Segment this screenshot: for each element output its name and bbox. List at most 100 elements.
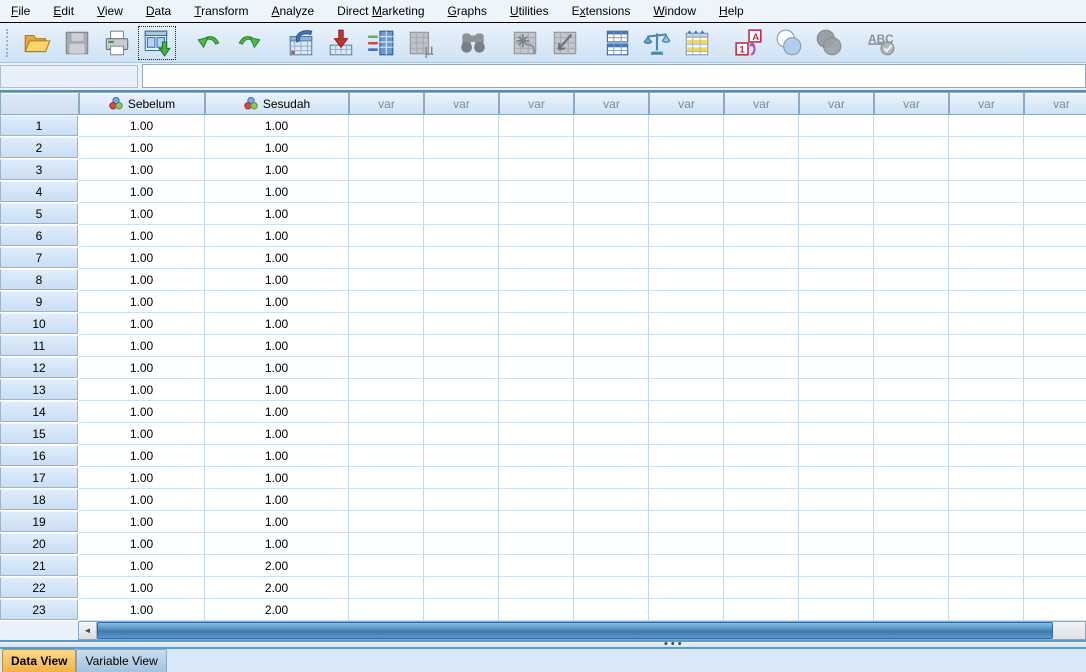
data-cell[interactable] xyxy=(1024,599,1086,621)
pane-splitter[interactable]: ••• xyxy=(0,638,1086,650)
data-cell[interactable]: 1.00 xyxy=(205,313,349,335)
data-cell[interactable] xyxy=(724,159,799,181)
data-cell[interactable] xyxy=(574,401,649,423)
data-cell[interactable] xyxy=(1024,335,1086,357)
data-cell[interactable] xyxy=(799,335,874,357)
data-cell[interactable]: 1.00 xyxy=(79,467,205,489)
data-cell[interactable]: 1.00 xyxy=(79,159,205,181)
data-cell[interactable] xyxy=(499,445,574,467)
data-cell[interactable] xyxy=(499,313,574,335)
data-cell[interactable] xyxy=(949,599,1024,621)
row-header-4[interactable]: 4 xyxy=(0,181,78,202)
use-variable-sets-button[interactable] xyxy=(769,25,809,61)
data-cell[interactable]: 1.00 xyxy=(205,181,349,203)
data-cell[interactable] xyxy=(424,533,499,555)
row-header-23[interactable]: 23 xyxy=(0,599,78,620)
data-cell[interactable] xyxy=(1024,225,1086,247)
data-cell[interactable] xyxy=(1024,401,1086,423)
data-cell[interactable]: 1.00 xyxy=(79,313,205,335)
data-cell[interactable] xyxy=(649,533,724,555)
column-header-var[interactable]: var xyxy=(949,92,1024,115)
data-cell[interactable] xyxy=(499,555,574,577)
data-cell[interactable] xyxy=(799,115,874,137)
data-cell[interactable] xyxy=(649,401,724,423)
data-cell[interactable] xyxy=(424,577,499,599)
data-cell[interactable]: 1.00 xyxy=(205,291,349,313)
data-cell[interactable] xyxy=(724,203,799,225)
data-cell[interactable] xyxy=(799,599,874,621)
cell-reference-box[interactable] xyxy=(0,65,138,88)
data-cell[interactable]: 1.00 xyxy=(79,511,205,533)
column-header-var[interactable]: var xyxy=(649,92,724,115)
data-cell[interactable] xyxy=(574,313,649,335)
data-cell[interactable]: 2.00 xyxy=(205,577,349,599)
data-cell[interactable] xyxy=(574,577,649,599)
data-cell[interactable] xyxy=(799,291,874,313)
data-cell[interactable] xyxy=(874,599,949,621)
data-cell[interactable] xyxy=(1024,181,1086,203)
spell-check-button[interactable]: ABC xyxy=(861,25,901,61)
data-cell[interactable] xyxy=(499,357,574,379)
data-cell[interactable] xyxy=(424,313,499,335)
data-cell[interactable] xyxy=(724,357,799,379)
data-cell[interactable] xyxy=(349,181,424,203)
show-all-variables-button[interactable] xyxy=(809,25,849,61)
data-cell[interactable] xyxy=(424,225,499,247)
menu-data[interactable]: Data xyxy=(137,2,180,20)
data-cell[interactable]: 1.00 xyxy=(205,247,349,269)
splitter-handle-icon[interactable]: ••• xyxy=(664,638,685,650)
data-cell[interactable] xyxy=(874,401,949,423)
data-cell[interactable]: 1.00 xyxy=(79,489,205,511)
row-header-9[interactable]: 9 xyxy=(0,291,78,312)
data-cell[interactable] xyxy=(424,401,499,423)
data-cell[interactable] xyxy=(724,335,799,357)
data-cell[interactable] xyxy=(799,313,874,335)
data-cell[interactable] xyxy=(349,203,424,225)
data-cell[interactable] xyxy=(499,335,574,357)
menu-graphs[interactable]: Graphs xyxy=(439,2,496,20)
data-cell[interactable] xyxy=(574,533,649,555)
data-cell[interactable] xyxy=(724,489,799,511)
data-cell[interactable] xyxy=(649,291,724,313)
data-cell[interactable] xyxy=(724,313,799,335)
row-header-5[interactable]: 5 xyxy=(0,203,78,224)
data-cell[interactable] xyxy=(649,489,724,511)
data-cell[interactable]: 1.00 xyxy=(205,379,349,401)
data-cell[interactable] xyxy=(724,247,799,269)
column-header-var[interactable]: var xyxy=(799,92,874,115)
data-cell[interactable] xyxy=(649,423,724,445)
data-cell[interactable] xyxy=(949,313,1024,335)
data-cell[interactable] xyxy=(1024,533,1086,555)
data-cell[interactable] xyxy=(949,423,1024,445)
data-cell[interactable] xyxy=(1024,445,1086,467)
data-cell[interactable] xyxy=(724,445,799,467)
data-cell[interactable] xyxy=(349,269,424,291)
data-cell[interactable]: 1.00 xyxy=(205,533,349,555)
data-cell[interactable] xyxy=(874,137,949,159)
data-cell[interactable] xyxy=(349,555,424,577)
data-cell[interactable] xyxy=(574,203,649,225)
data-cell[interactable] xyxy=(949,401,1024,423)
data-cell[interactable] xyxy=(799,533,874,555)
data-cell[interactable]: 1.00 xyxy=(205,489,349,511)
data-cell[interactable] xyxy=(799,159,874,181)
data-cell[interactable] xyxy=(874,489,949,511)
data-cell[interactable] xyxy=(649,269,724,291)
data-cell[interactable] xyxy=(724,533,799,555)
data-cell[interactable]: 1.00 xyxy=(79,115,205,137)
data-cell[interactable] xyxy=(424,291,499,313)
data-cell[interactable] xyxy=(1024,115,1086,137)
data-cell[interactable] xyxy=(874,181,949,203)
data-cell[interactable] xyxy=(949,555,1024,577)
row-header-14[interactable]: 14 xyxy=(0,401,78,422)
data-cell[interactable] xyxy=(799,555,874,577)
data-cell[interactable]: 1.00 xyxy=(79,401,205,423)
row-header-17[interactable]: 17 xyxy=(0,467,78,488)
row-header-1[interactable]: 1 xyxy=(0,115,78,136)
column-header-var[interactable]: var xyxy=(424,92,499,115)
data-cell[interactable] xyxy=(799,423,874,445)
insert-variable-button[interactable] xyxy=(545,25,585,61)
data-cell[interactable] xyxy=(949,115,1024,137)
row-header-11[interactable]: 11 xyxy=(0,335,78,356)
data-cell[interactable] xyxy=(874,357,949,379)
